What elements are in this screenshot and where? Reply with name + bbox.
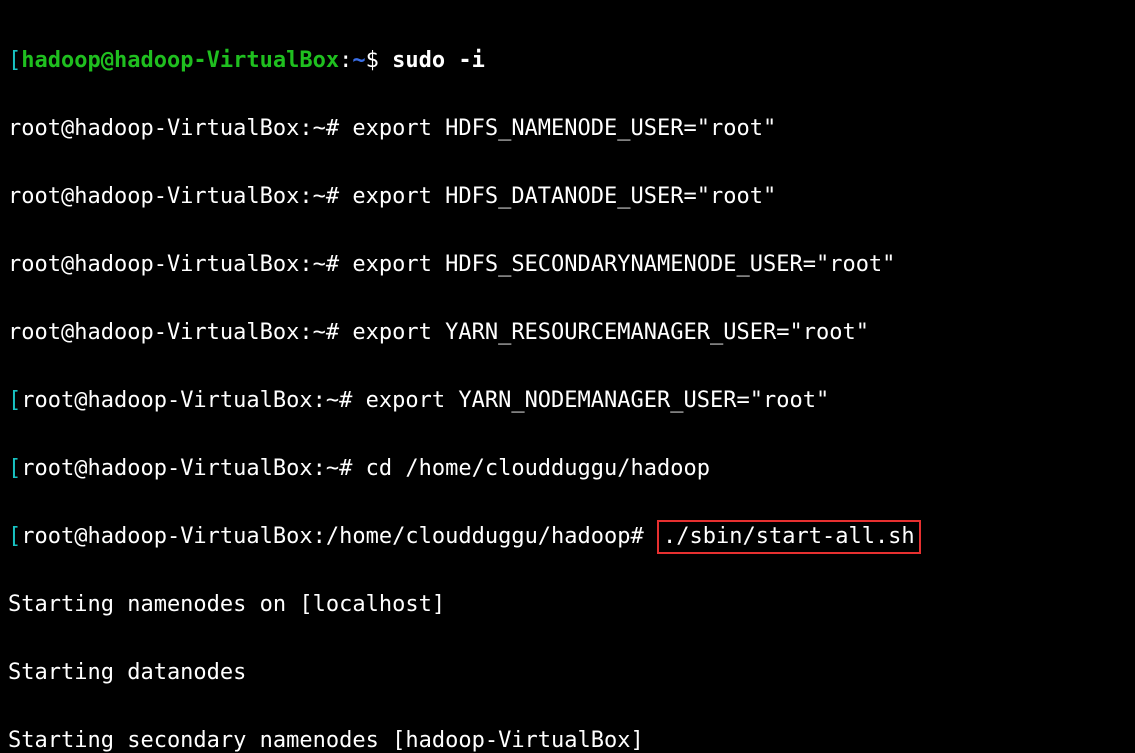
cmd-start-all: ./sbin/start-all.sh (663, 524, 915, 549)
cmd-cd: cd /home/cloudduggu/hadoop (366, 456, 710, 481)
root-home-prompt: root@hadoop-VirtualBox:~# (8, 320, 352, 345)
path: ~ (352, 48, 365, 73)
line-export-1: root@hadoop-VirtualBox:~# export HDFS_DA… (8, 180, 1127, 214)
export-0: export HDFS_NAMENODE_USER="root" (352, 116, 776, 141)
export-4: export YARN_NODEMANAGER_USER="root" (366, 388, 830, 413)
line-export-3: root@hadoop-VirtualBox:~# export YARN_RE… (8, 316, 1127, 350)
terminal[interactable]: [hadoop@hadoop-VirtualBox:~$ sudo -i roo… (0, 0, 1135, 753)
export-3: export YARN_RESOURCEMANAGER_USER="root" (352, 320, 869, 345)
bracket: [ (8, 388, 21, 413)
root-home-prompt: root@hadoop-VirtualBox:~# (21, 388, 365, 413)
bracket: [ (8, 456, 21, 481)
output-start-1: Starting datanodes (8, 656, 1127, 690)
line-export-4: [root@hadoop-VirtualBox:~# export YARN_N… (8, 384, 1127, 418)
cmd-start-all-highlight: ./sbin/start-all.sh (657, 520, 921, 554)
export-1: export HDFS_DATANODE_USER="root" (352, 184, 776, 209)
output-start-0: Starting namenodes on [localhost] (8, 588, 1127, 622)
output-start-2: Starting secondary namenodes [hadoop-Vir… (8, 724, 1127, 753)
line-startall: [root@hadoop-VirtualBox:/home/cloudduggu… (8, 520, 1127, 554)
root-home-prompt: root@hadoop-VirtualBox:~# (8, 116, 352, 141)
bracket-open: [ (8, 48, 21, 73)
user-host: hadoop@hadoop-VirtualBox (21, 48, 339, 73)
root-home-prompt: root@hadoop-VirtualBox:~# (8, 252, 352, 277)
prompt-suffix: $ (366, 48, 393, 73)
line-sudo: [hadoop@hadoop-VirtualBox:~$ sudo -i (8, 44, 1127, 78)
export-2: export HDFS_SECONDARYNAMENODE_USER="root… (352, 252, 895, 277)
line-export-0: root@hadoop-VirtualBox:~# export HDFS_NA… (8, 112, 1127, 146)
line-cd: [root@hadoop-VirtualBox:~# cd /home/clou… (8, 452, 1127, 486)
bracket: [ (8, 524, 21, 549)
root-home-prompt: root@hadoop-VirtualBox:~# (8, 184, 352, 209)
root-home-prompt: root@hadoop-VirtualBox:~# (21, 456, 365, 481)
line-export-2: root@hadoop-VirtualBox:~# export HDFS_SE… (8, 248, 1127, 282)
root-hadoop-prompt: root@hadoop-VirtualBox:/home/cloudduggu/… (21, 524, 657, 549)
cmd-sudo: sudo -i (392, 48, 485, 73)
sep: : (339, 48, 352, 73)
